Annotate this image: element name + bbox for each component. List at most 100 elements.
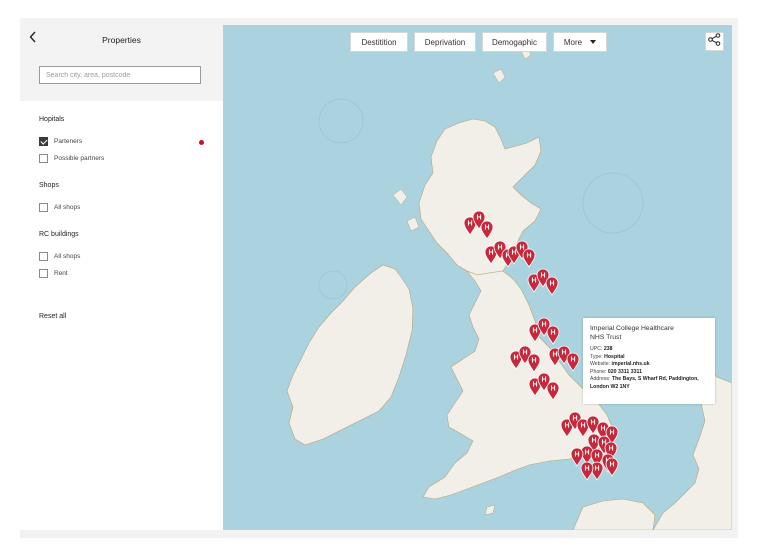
popup-row-phone: Phone: 020 3311 3311 — [590, 369, 708, 377]
svg-text:H: H — [522, 350, 527, 357]
svg-text:H: H — [609, 430, 614, 437]
hospital-marker[interactable]: H — [570, 447, 584, 467]
svg-text:H: H — [519, 245, 524, 252]
popup-row-type: Type: Hospital — [590, 354, 708, 362]
hospital-marker[interactable]: H — [586, 415, 600, 435]
hospital-popup: Imperial College Healthcare NHS Trust UP… — [583, 318, 715, 404]
svg-text:H: H — [572, 416, 577, 423]
tab-label: More — [563, 37, 583, 47]
popup-title: Imperial College Healthcare NHS Trust — [590, 325, 674, 341]
tab-deprivation[interactable]: Deprivation — [414, 32, 476, 52]
checkbox-rc-all-shops[interactable] — [39, 252, 48, 261]
popup-key: Type: — [590, 353, 603, 360]
svg-text:H: H — [476, 215, 481, 222]
svg-text:H: H — [564, 423, 569, 430]
hospital-markers-layer: HHHHHHHHHHHHHHHHHHHHHHHHHHHHHHHHHHHHHHHH — [463, 210, 619, 481]
svg-text:H: H — [549, 281, 554, 288]
sidebar: Properties Hopitals Parteners Possible p… — [20, 18, 223, 530]
svg-text:H: H — [532, 382, 537, 389]
popup-value: Hospital — [604, 353, 625, 360]
svg-text:H: H — [594, 453, 599, 460]
popup-value[interactable]: imperial.nhs.uk — [612, 361, 650, 367]
tab-more[interactable]: More — [553, 32, 607, 52]
svg-text:H: H — [550, 386, 555, 393]
svg-text:H: H — [570, 357, 575, 364]
svg-text:H: H — [550, 330, 555, 337]
search-input[interactable] — [39, 66, 201, 84]
svg-text:H: H — [511, 250, 516, 257]
popup-row-upc: UPC: 238 — [590, 346, 708, 354]
map-view[interactable]: HHHHHHHHHHHHHHHHHHHHHHHHHHHHHHHHHHHHHHHH — [223, 25, 732, 530]
section-title-shops: Shops — [39, 182, 59, 189]
hospital-marker[interactable]: H — [605, 457, 619, 477]
svg-text:H: H — [574, 452, 579, 459]
svg-text:H: H — [584, 450, 589, 457]
svg-text:H: H — [540, 273, 545, 280]
option-rent[interactable]: Rent — [39, 268, 68, 279]
svg-text:H: H — [541, 322, 546, 329]
share-icon — [708, 32, 721, 51]
active-dot — [199, 140, 204, 145]
popup-row-website: Website: imperial.nhs.uk — [590, 361, 708, 369]
svg-text:H: H — [484, 225, 489, 232]
svg-text:H: H — [497, 245, 502, 252]
popup-value: 238 — [603, 346, 613, 352]
svg-text:H: H — [513, 355, 518, 362]
section-title-rc-buildings: RC buildings — [39, 231, 79, 238]
svg-text:H: H — [552, 352, 557, 359]
hospital-marker[interactable]: H — [480, 220, 494, 240]
checkbox-parteners[interactable] — [39, 137, 48, 146]
option-all-shops[interactable]: All shops — [39, 202, 80, 213]
hospital-marker[interactable]: H — [566, 352, 580, 372]
popup-row-address: Address: The Bays, S Wharf Rd, Paddingto… — [590, 376, 708, 391]
svg-text:H: H — [590, 420, 595, 427]
option-parteners[interactable]: Parteners — [39, 136, 82, 147]
svg-text:H: H — [608, 446, 613, 453]
hospital-marker[interactable]: H — [545, 276, 559, 296]
map-tabs: Destitition Deprivation Demogaphic More — [350, 32, 607, 52]
svg-text:H: H — [609, 462, 614, 469]
svg-text:H: H — [594, 466, 599, 473]
checkbox-all-shops[interactable] — [39, 203, 48, 212]
option-label: Parteners — [54, 138, 83, 145]
popup-value: 020 3311 3311 — [607, 368, 642, 375]
tab-destitition[interactable]: Destitition — [350, 32, 408, 52]
option-possible-partners[interactable]: Possible partners — [39, 153, 104, 164]
hospital-marker[interactable]: H — [580, 461, 594, 481]
tab-label: Demogaphic — [492, 37, 537, 47]
popup-key: Address: — [590, 376, 611, 382]
option-label: Possible partners — [54, 155, 105, 162]
svg-text:H: H — [488, 250, 493, 257]
share-button[interactable] — [705, 32, 724, 51]
tab-label: Destitition — [361, 37, 397, 47]
svg-text:H: H — [541, 377, 546, 384]
reset-all-link[interactable]: Reset all — [39, 313, 66, 320]
checkbox-possible-partners[interactable] — [39, 154, 48, 163]
svg-text:H: H — [600, 426, 605, 433]
popup-key: Phone: — [590, 368, 607, 375]
popup-key: UPC: — [590, 346, 603, 352]
hospital-marker[interactable]: H — [522, 248, 536, 268]
popup-key: Website: — [590, 361, 611, 367]
sidebar-header: Properties — [20, 18, 223, 101]
checkbox-rent[interactable] — [39, 269, 48, 278]
sidebar-title: Properties — [102, 35, 141, 45]
tab-label: Deprivation — [424, 37, 466, 47]
caret-down-icon — [590, 40, 597, 44]
svg-text:H: H — [561, 350, 566, 357]
option-rc-all-shops[interactable]: All shops — [39, 251, 80, 262]
hospital-marker[interactable]: H — [527, 353, 541, 373]
svg-text:H: H — [531, 278, 536, 285]
option-label: All shops — [54, 253, 81, 260]
svg-text:H: H — [531, 358, 536, 365]
svg-text:H: H — [467, 221, 472, 228]
option-label: Rent — [54, 270, 68, 277]
tab-demogaphic[interactable]: Demogaphic — [482, 32, 547, 52]
svg-text:H: H — [526, 253, 531, 260]
hospital-marker[interactable]: H — [546, 381, 560, 401]
svg-text:H: H — [532, 328, 537, 335]
option-label: All shops — [54, 204, 81, 211]
section-title-hospitals: Hopitals — [39, 116, 65, 123]
hospital-marker[interactable]: H — [546, 325, 560, 345]
svg-text:H: H — [584, 466, 589, 473]
